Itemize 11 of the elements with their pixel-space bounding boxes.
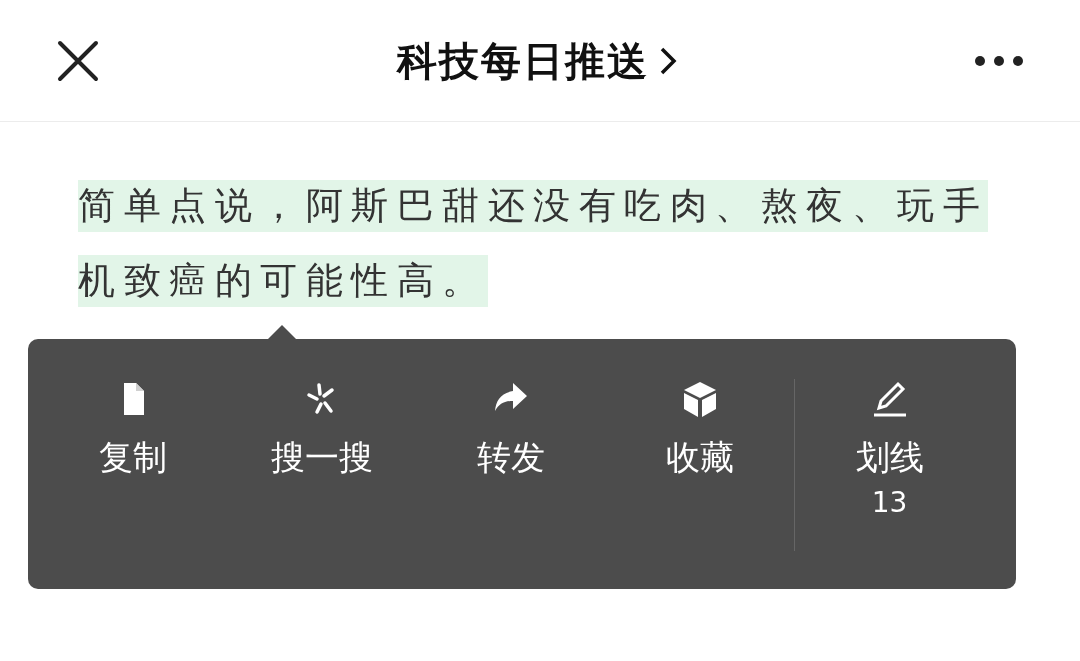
menu-item[interactable]: 收藏 <box>605 379 794 477</box>
chevron-icon[interactable] <box>659 45 677 76</box>
menu-item[interactable]: 搜一搜 <box>227 379 416 477</box>
highlighted-text: 简单点说，阿斯巴甜还没有吃肉、熬夜、玩手 <box>78 180 988 232</box>
menu-item[interactable]: 转发 <box>416 379 605 477</box>
page-title[interactable]: 科技每日推送 <box>397 30 649 91</box>
more-icon[interactable] <box>974 54 1024 67</box>
menu-item[interactable]: 复制 <box>38 379 227 477</box>
highlighted-text: 机致癌的可能性高。 <box>78 255 488 307</box>
menu-item[interactable]: 划线 13 <box>795 379 984 551</box>
close-icon[interactable] <box>56 38 100 83</box>
